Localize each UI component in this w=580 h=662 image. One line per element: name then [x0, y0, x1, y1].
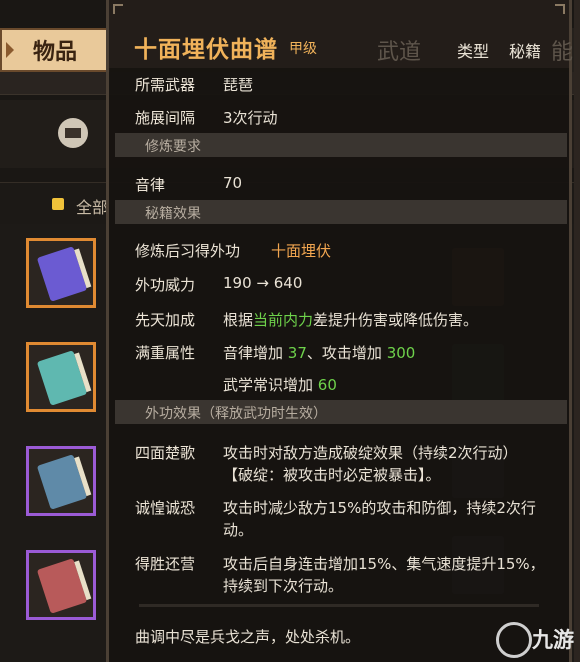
full-key: 满重属性	[135, 344, 196, 362]
watermark-logo-icon	[496, 622, 532, 658]
item-grade: 甲级	[289, 41, 317, 57]
item-slot[interactable]	[26, 238, 96, 308]
corner-ornament	[113, 4, 123, 14]
weapon-key: 所需武器	[135, 76, 196, 94]
filter-all-radio[interactable]	[52, 198, 64, 210]
full-knowledge-label: 武学常识增加	[223, 376, 314, 394]
power-key: 外功威力	[135, 276, 196, 294]
effect-desc: 攻击后自身连击增加15%、集气速度提升15%，	[223, 555, 545, 573]
full-music-label: 音律增加	[223, 344, 284, 362]
effect-name: 四面楚歌	[135, 444, 196, 462]
learn-value: 十面埋伏	[271, 242, 332, 260]
book-icon	[36, 350, 88, 406]
learn-key: 修炼后习得外功	[135, 242, 241, 260]
tab-partial-label: 能	[551, 40, 574, 65]
item-slot[interactable]	[26, 446, 96, 516]
music-key: 音律	[135, 176, 166, 194]
effect-desc: 动。	[223, 521, 254, 539]
section-external-label: 外功效果（释放武功时生效）	[145, 406, 327, 422]
scrollbar[interactable]	[574, 0, 580, 662]
section-effects: 秘籍效果	[115, 200, 567, 224]
watermark: 九游	[496, 618, 576, 658]
section-external: 外功效果（释放武功时生效）	[115, 400, 567, 424]
innate-value: 根据当前内力差提升伤害或降低伤害。	[223, 309, 478, 330]
full-attack-label: 、攻击增加	[306, 344, 382, 362]
equipment-category-icon[interactable]	[56, 116, 90, 150]
full-line-2: 武学常识增加 60	[223, 374, 337, 395]
flavor-text: 曲调中尽是兵戈之声，处处杀机。	[135, 628, 361, 646]
tab-items[interactable]: 物品	[0, 28, 110, 72]
item-title: 十面埋伏曲谱	[134, 37, 278, 63]
innate-pre: 根据	[223, 311, 254, 329]
innate-key: 先天加成	[135, 311, 196, 329]
music-value: 70	[223, 174, 243, 192]
section-requirements-label: 修炼要求	[145, 139, 201, 155]
tab-martial-label: 武道	[377, 40, 422, 65]
full-attack-value: 300	[386, 344, 416, 362]
section-requirements: 修炼要求	[115, 133, 567, 157]
effect-name: 诚惶诚恐	[135, 499, 196, 517]
tab-arrow-icon	[6, 42, 14, 58]
type-value: 秘籍	[509, 42, 542, 61]
watermark-text: 九游	[532, 628, 574, 652]
innate-post: 差提升伤害或降低伤害。	[313, 311, 479, 329]
book-icon	[36, 558, 88, 614]
divider	[139, 604, 539, 607]
type-key: 类型	[457, 42, 490, 61]
effect-desc: 【破绽：被攻击时必定被暴击】。	[223, 466, 441, 484]
item-tooltip: 十面埋伏曲谱 甲级 武道 类型 秘籍 能 所需武器 琵琶 施展间隔 3次行动 修…	[106, 0, 574, 662]
filter-all-label: 全部	[76, 198, 109, 217]
power-value: 190 → 640	[223, 274, 303, 292]
effect-desc: 攻击时对敌方造成破绽效果（持续2次行动）	[223, 444, 518, 462]
full-line-1: 音律增加 37、攻击增加 300	[223, 342, 415, 363]
effect-desc: 攻击时减少敌方15%的攻击和防御，持续2次行	[223, 499, 536, 517]
book-icon	[36, 246, 88, 302]
effect-desc: 持续到下次行动。	[223, 577, 344, 595]
interval-key: 施展间隔	[135, 109, 196, 127]
tab-items-label: 物品	[32, 40, 77, 65]
full-knowledge-value: 60	[317, 376, 337, 394]
item-slot[interactable]	[26, 342, 96, 412]
weapon-value: 琵琶	[223, 76, 254, 94]
item-slot[interactable]	[26, 550, 96, 620]
corner-ornament	[555, 4, 565, 14]
full-music-value: 37	[287, 344, 307, 362]
effect-name: 得胜还营	[135, 555, 196, 573]
book-icon	[36, 454, 88, 510]
innate-highlight: 当前内力	[253, 311, 314, 329]
section-effects-label: 秘籍效果	[145, 206, 201, 222]
interval-value: 3次行动	[223, 109, 278, 127]
